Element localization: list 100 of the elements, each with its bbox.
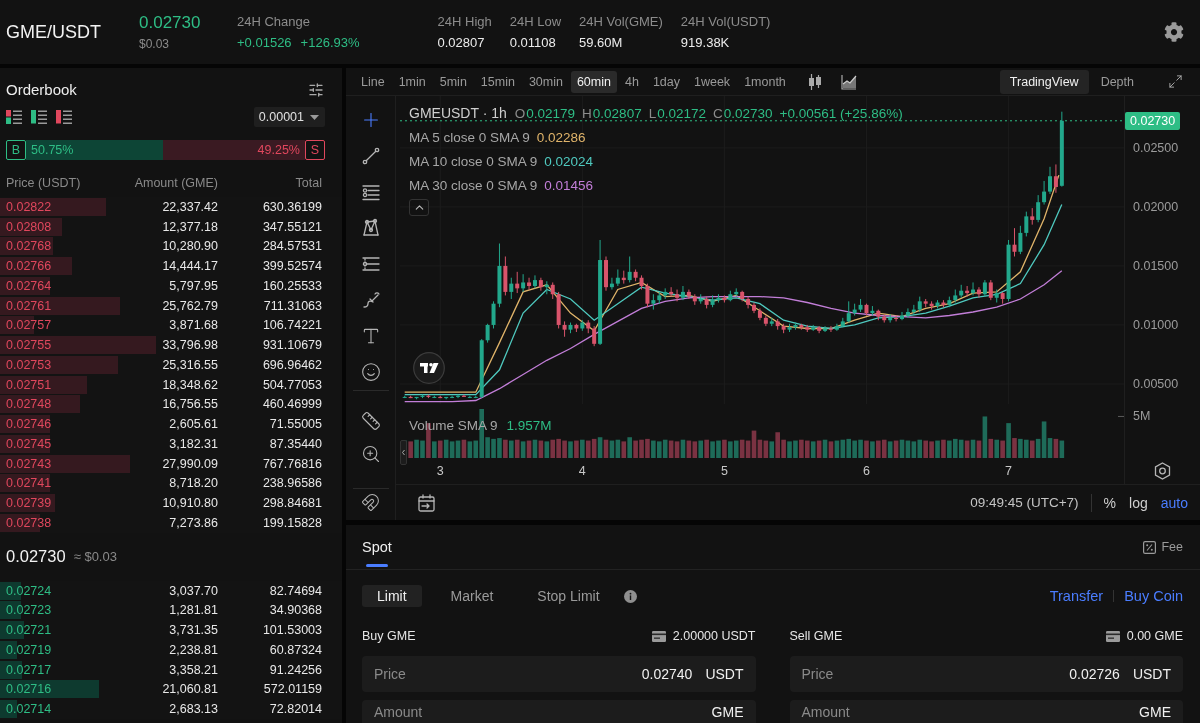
unit-label: USDT: [1132, 666, 1171, 682]
interval-tab[interactable]: 4h: [618, 70, 645, 93]
indicator-label: MA 30 close 0 SMA 9: [409, 177, 538, 193]
order-amount: 16,756.55: [162, 397, 218, 412]
pair-title: GME/USDT: [6, 21, 101, 43]
info-icon[interactable]: [623, 589, 637, 603]
field-label: Amount: [801, 704, 850, 720]
column-header: Price (USDT): [6, 176, 81, 190]
view-tab[interactable]: TradingView: [999, 69, 1089, 94]
order-amount: 25,316.55: [162, 357, 218, 372]
emoji-icon[interactable]: [360, 362, 381, 382]
time-axis-label: 5: [720, 463, 728, 479]
field-label: Price: [801, 666, 834, 682]
action-link[interactable]: Transfer: [1049, 588, 1104, 604]
order-amount: 27,990.09: [162, 456, 218, 471]
settings-icon[interactable]: [1154, 462, 1171, 480]
order-price: 0.02716: [6, 682, 52, 697]
list-view-icon[interactable]: [6, 110, 22, 124]
settings-icon[interactable]: [1164, 22, 1184, 42]
interval-tab[interactable]: 60min: [570, 70, 617, 93]
action-link[interactable]: Buy Coin: [1124, 588, 1183, 604]
expand-icon[interactable]: [1168, 74, 1183, 89]
side-title: Sell GME: [789, 629, 843, 643]
order-input-field[interactable]: Price 0.02740 USDT: [362, 656, 756, 692]
interval-tab[interactable]: 30min: [522, 70, 569, 93]
collapse-button[interactable]: [409, 199, 429, 216]
view-tab[interactable]: Depth: [1090, 69, 1144, 94]
order-price: 0.02714: [6, 702, 52, 717]
list-view-icon[interactable]: [56, 110, 72, 124]
order-total: 298.84681: [262, 496, 322, 511]
interval-tab[interactable]: 1month: [738, 70, 792, 93]
trend-line-icon[interactable]: [360, 146, 381, 166]
candlestick-icon[interactable]: [807, 73, 822, 90]
stat-value: 59.60M: [579, 35, 623, 50]
order-amount: 3,037.70: [169, 583, 218, 598]
pattern-icon[interactable]: [360, 218, 381, 238]
order-type-tab[interactable]: Limit: [362, 585, 422, 607]
order-total: 767.76816: [262, 456, 322, 471]
interval-tab[interactable]: 1day: [646, 70, 686, 93]
order-total: 91.24256: [269, 662, 322, 677]
fibonacci-icon[interactable]: [360, 254, 381, 274]
horizontal-lines-icon[interactable]: [360, 182, 381, 202]
interval-tab[interactable]: 15min: [474, 70, 521, 93]
interval-tab[interactable]: 5min: [433, 70, 473, 93]
volume-value: 1.957M: [506, 418, 552, 434]
balance-text: 2.00000 USDT: [672, 629, 756, 643]
order-price: 0.02739: [6, 496, 52, 511]
order-price: 0.02717: [6, 662, 52, 677]
trade-tab[interactable]: Spot: [362, 525, 392, 570]
magnet-icon[interactable]: [361, 492, 380, 512]
balance-text: 0.00 GME: [1126, 629, 1183, 643]
order-input-field[interactable]: Price 0.02726 USDT: [789, 656, 1183, 692]
ohlc-key: O: [514, 105, 526, 121]
side-title: Buy GME: [362, 629, 416, 643]
area-chart-icon[interactable]: [840, 73, 857, 90]
interval-tab[interactable]: 1min: [392, 70, 432, 93]
order-type-tab[interactable]: Stop Limit: [522, 585, 615, 607]
order-price: 0.02724: [6, 583, 52, 598]
indicator-value: 0.02024: [544, 153, 594, 169]
scale-option[interactable]: auto: [1160, 494, 1188, 511]
fee-button[interactable]: Fee: [1143, 540, 1183, 554]
order-amount: 7,273.86: [169, 515, 218, 530]
order-amount: 12,377.18: [162, 219, 218, 234]
volume-axis-label: 5M: [1133, 408, 1151, 425]
zoom-in-icon[interactable]: [360, 443, 381, 464]
ohlc-key: H: [582, 105, 592, 121]
order-input-field[interactable]: Amount GME: [362, 700, 756, 723]
collapse-handle-icon[interactable]: [400, 440, 407, 465]
order-total: 160.25533: [262, 278, 322, 293]
order-total: 284.57531: [262, 239, 322, 254]
stat-value: +0.01526: [237, 35, 292, 50]
interval-tab[interactable]: Line: [355, 70, 391, 93]
list-view-icon[interactable]: [31, 110, 47, 124]
wallet-icon: [1105, 630, 1120, 642]
stat-value: 0.01108: [509, 35, 556, 50]
scale-option[interactable]: %: [1103, 494, 1117, 511]
order-total: 696.96462: [262, 357, 322, 372]
ruler-icon[interactable]: [360, 410, 381, 431]
panel-title: Orderbook: [6, 81, 77, 98]
symbol-label: GMEUSDT · 1h: [409, 105, 507, 121]
order-total: 60.87324: [269, 642, 322, 657]
order-price: 0.02723: [6, 603, 52, 618]
filter-icon[interactable]: [308, 81, 324, 98]
precision-dropdown[interactable]: 0.00001: [253, 107, 325, 127]
chart-logo-icon[interactable]: [413, 352, 445, 384]
calendar-icon[interactable]: [417, 492, 437, 513]
scale-option[interactable]: log: [1129, 494, 1148, 511]
unit-label: USDT: [705, 666, 744, 682]
order-price: 0.02761: [6, 298, 52, 313]
order-input-field[interactable]: Amount GME: [789, 700, 1183, 723]
order-total: 630.36199: [262, 199, 322, 214]
order-price: 0.02757: [6, 318, 52, 333]
stat-label: 24H High: [437, 14, 492, 29]
interval-tab[interactable]: 1week: [688, 70, 737, 93]
order-total: 71.55005: [269, 417, 322, 432]
order-type-tab[interactable]: Market: [435, 585, 509, 607]
order-price: 0.02746: [6, 417, 52, 432]
order-price: 0.02721: [6, 623, 52, 638]
ohlc-value: 0.02730: [723, 105, 773, 121]
order-total: 572.01159: [263, 682, 322, 697]
